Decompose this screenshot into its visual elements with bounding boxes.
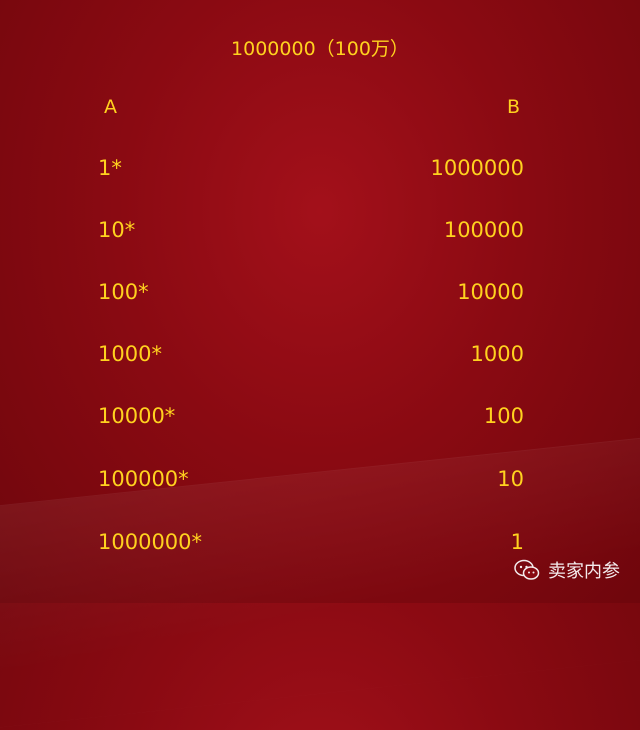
row-7-b: 1 bbox=[510, 530, 524, 554]
wechat-icon bbox=[514, 559, 540, 580]
row-3-b: 10000 bbox=[457, 280, 524, 304]
row-3-a: 100* bbox=[98, 280, 149, 304]
row-2-b: 100000 bbox=[443, 218, 524, 242]
row-5-b: 100 bbox=[483, 404, 524, 428]
row-7-a: 1000000* bbox=[98, 530, 203, 554]
row-1-b: 1000000 bbox=[430, 156, 524, 180]
row-4-b: 1000 bbox=[470, 342, 524, 366]
watermark-text: 卖家内参 bbox=[548, 561, 620, 582]
column-header-a: A bbox=[104, 96, 117, 118]
row-6-b: 10 bbox=[497, 467, 524, 491]
column-header-b: B bbox=[506, 96, 520, 118]
row-4-a: 1000* bbox=[98, 342, 162, 366]
row-1-a: 1* bbox=[98, 156, 122, 180]
watermark: 卖家内参 bbox=[514, 557, 620, 583]
page-title: 1000000（100万） bbox=[231, 38, 409, 60]
row-6-a: 100000* bbox=[98, 467, 189, 491]
row-5-a: 10000* bbox=[98, 404, 176, 428]
row-2-a: 10* bbox=[98, 218, 136, 242]
